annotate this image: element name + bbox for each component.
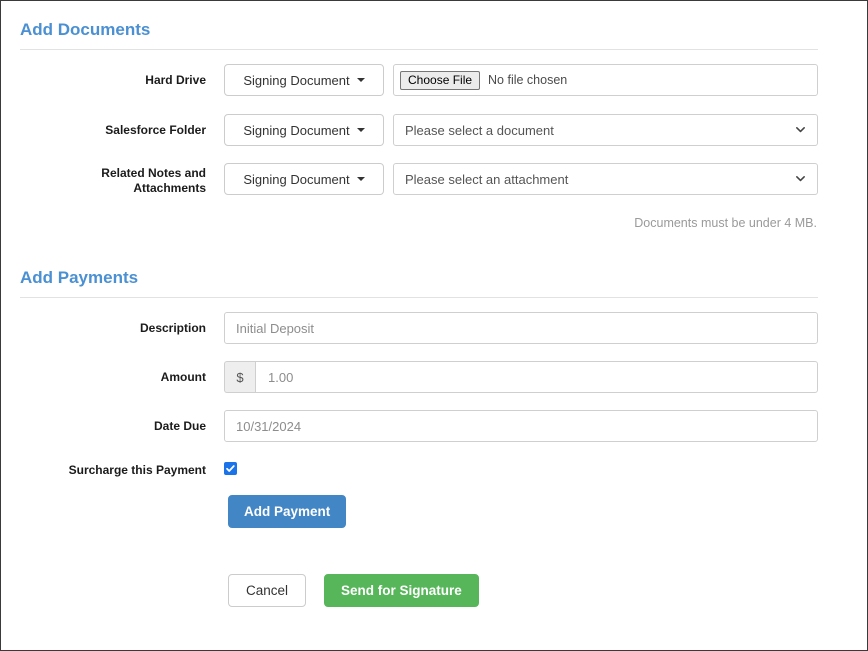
add-payments-heading: Add Payments — [20, 268, 818, 298]
choose-file-button[interactable]: Choose File — [400, 70, 481, 90]
related-notes-row: Related Notes and Attachments Signing Do… — [20, 163, 818, 195]
date-due-row: Date Due 10/31/2024 — [20, 410, 818, 442]
salesforce-document-select-value: Please select a document — [405, 122, 554, 138]
chevron-down-icon — [796, 127, 805, 133]
amount-row: Amount $ 1.00 — [20, 361, 818, 393]
surcharge-checkbox[interactable] — [224, 462, 237, 475]
add-payments-section: Add Payments — [20, 268, 818, 298]
description-row: Description Initial Deposit — [20, 312, 818, 344]
add-documents-section: Add Documents — [20, 20, 818, 50]
add-documents-heading: Add Documents — [20, 20, 818, 50]
chevron-down-icon — [796, 176, 805, 182]
hard-drive-doctype-dropdown[interactable]: Signing Document — [224, 64, 384, 96]
currency-symbol: $ — [224, 361, 255, 393]
salesforce-folder-row: Salesforce Folder Signing Document Pleas… — [20, 114, 818, 146]
cancel-button[interactable]: Cancel — [228, 574, 307, 607]
hard-drive-label: Hard Drive — [145, 73, 206, 87]
description-input[interactable]: Initial Deposit — [224, 312, 818, 344]
date-due-label: Date Due — [153, 419, 206, 433]
hard-drive-row: Hard Drive Signing Document Choose File … — [20, 64, 818, 96]
date-due-input[interactable]: 10/31/2024 — [224, 410, 818, 442]
documents-size-note: Documents must be under 4 MB. — [634, 216, 817, 230]
salesforce-folder-doctype-dropdown[interactable]: Signing Document — [224, 114, 384, 146]
chevron-down-icon — [356, 128, 365, 132]
chevron-down-icon — [356, 78, 365, 82]
salesforce-folder-label: Salesforce Folder — [105, 123, 206, 137]
hard-drive-doctype-value: Signing Document — [243, 72, 350, 88]
related-notes-label-line1: Related Notes and — [101, 166, 206, 180]
surcharge-label: Surcharge this Payment — [68, 463, 206, 477]
add-payment-row: Add Payment — [228, 495, 347, 528]
add-payment-button[interactable]: Add Payment — [228, 495, 347, 528]
form-page: Add Documents Hard Drive Signing Documen… — [1, 1, 867, 650]
related-notes-label: Related Notes and Attachments — [20, 166, 206, 196]
surcharge-row: Surcharge this Payment — [20, 459, 818, 479]
salesforce-folder-doctype-value: Signing Document — [243, 122, 350, 138]
check-icon — [226, 465, 235, 472]
related-attachment-select-value: Please select an attachment — [405, 171, 569, 187]
salesforce-document-select[interactable]: Please select a document — [393, 114, 818, 146]
form-actions: Cancel Send for Signature — [228, 574, 479, 607]
related-attachment-select[interactable]: Please select an attachment — [393, 163, 818, 195]
file-status-text: No file chosen — [488, 73, 568, 87]
related-notes-label-line2: Attachments — [133, 181, 206, 195]
amount-label: Amount — [160, 370, 206, 384]
description-label: Description — [139, 321, 206, 335]
app-window: Add Documents Hard Drive Signing Documen… — [0, 0, 868, 651]
related-notes-doctype-dropdown[interactable]: Signing Document — [224, 163, 384, 195]
hard-drive-file-input[interactable]: Choose File No file chosen — [393, 64, 818, 96]
related-notes-doctype-value: Signing Document — [243, 171, 350, 187]
amount-input[interactable]: 1.00 — [255, 361, 818, 393]
amount-input-group: $ 1.00 — [224, 361, 818, 393]
chevron-down-icon — [356, 177, 365, 181]
send-for-signature-button[interactable]: Send for Signature — [324, 574, 479, 607]
